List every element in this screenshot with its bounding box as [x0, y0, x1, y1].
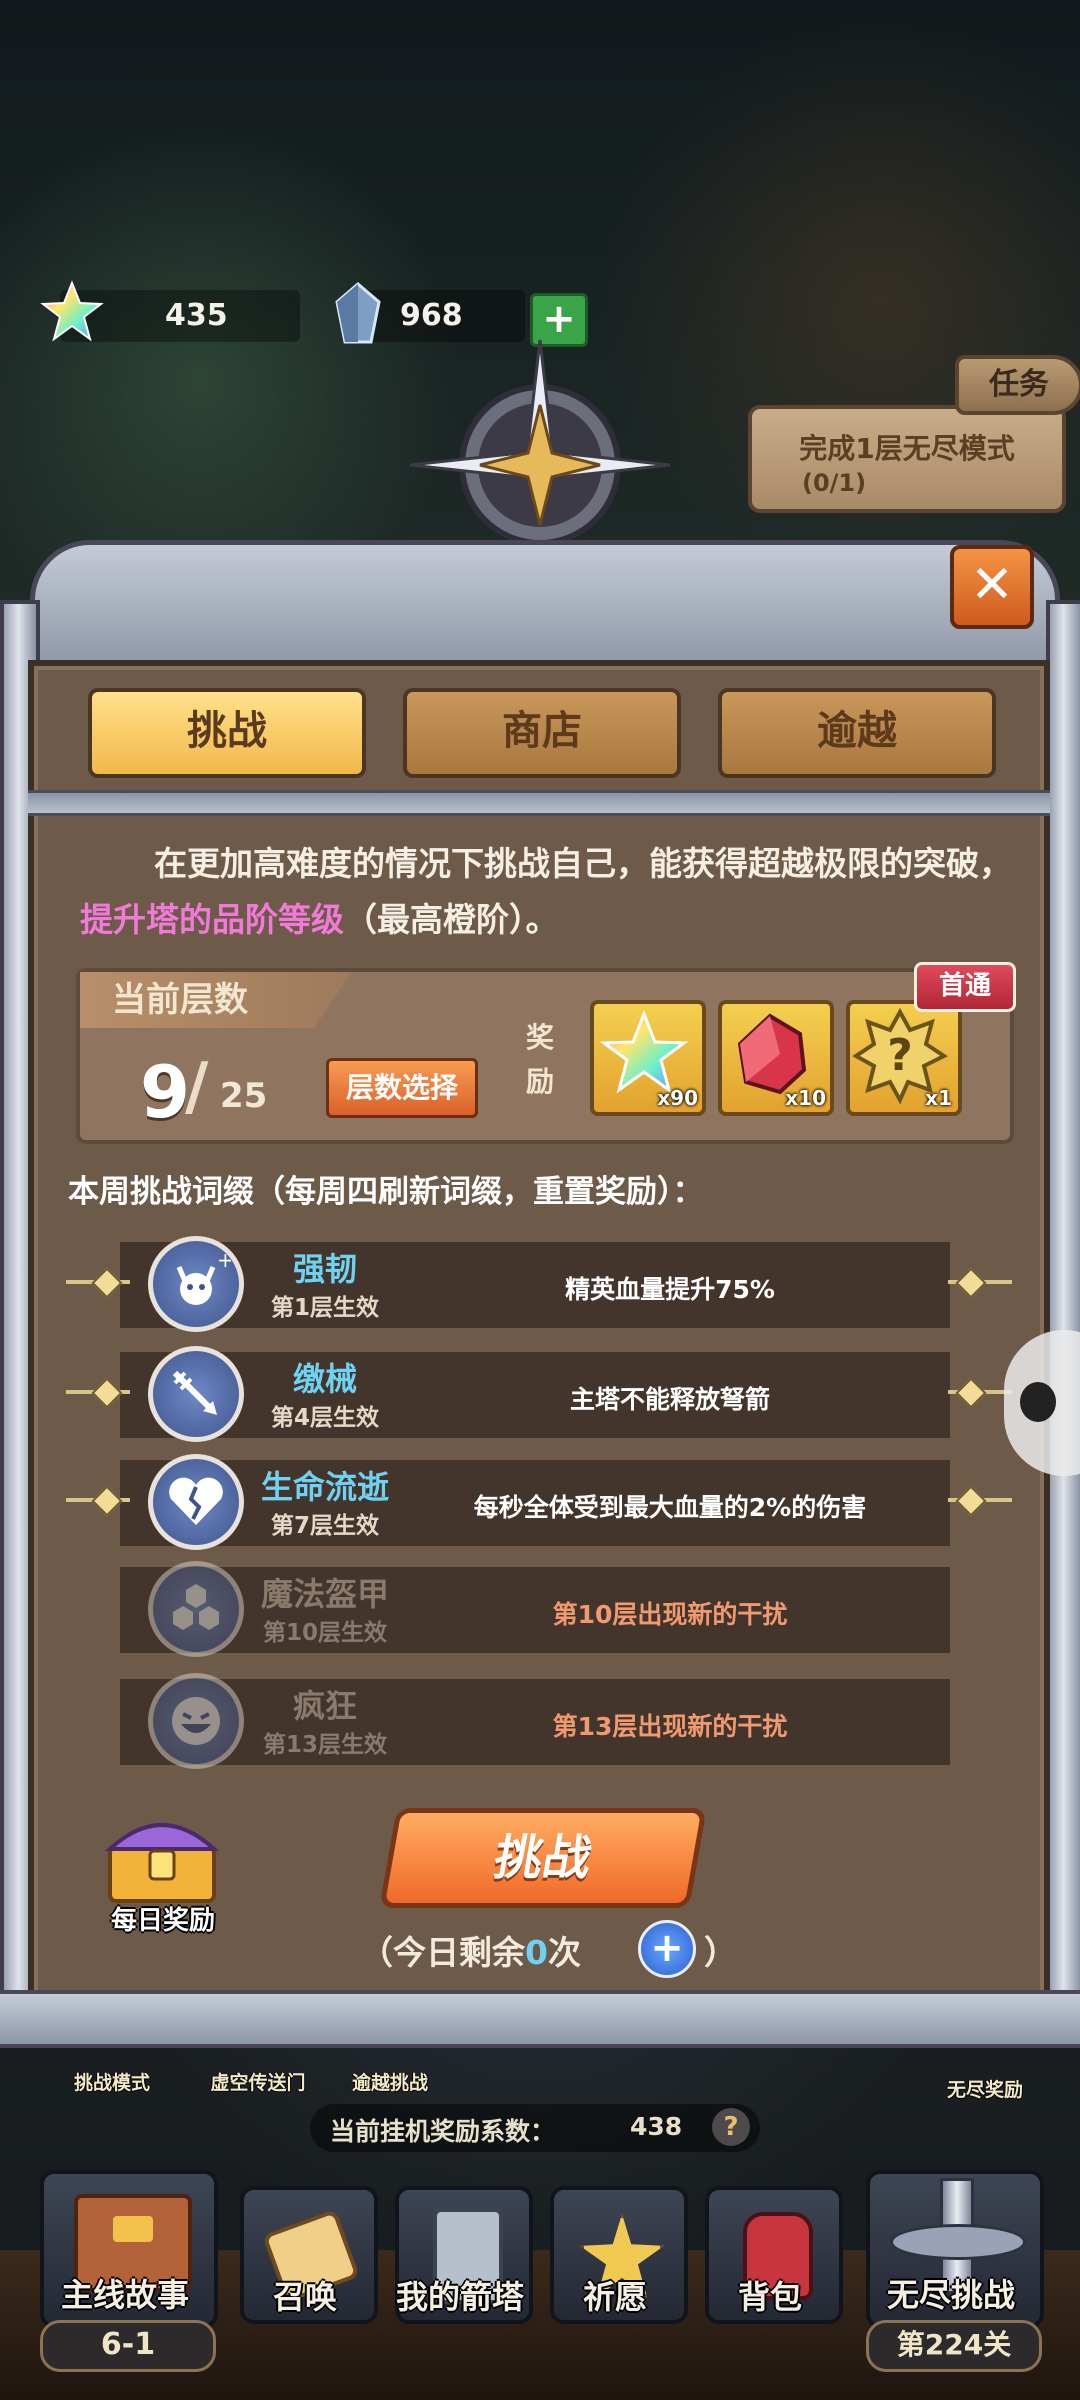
floor-select-button[interactable]: 层数选择 [326, 1058, 478, 1118]
mode-challenge-label[interactable]: 挑战模式 [52, 2068, 172, 2095]
tab-challenge[interactable]: 挑战 [88, 688, 366, 778]
left-diamond-icon [91, 1377, 123, 1409]
affix-description: 主塔不能释放弩箭 [569, 1385, 770, 1414]
daily-reward-label: 每日奖励 [110, 1906, 215, 1936]
affix-description: 第10层出现新的干扰 [552, 1600, 788, 1629]
remaining-close: ） [704, 1933, 737, 1972]
demon-plus-icon[interactable]: + [148, 1236, 244, 1332]
first-clear-badge: 首通 [914, 962, 1016, 1012]
affix-header: 本周挑战词缀（每周四刷新词缀，重置奖励）： [68, 1174, 704, 1210]
broken-heart-icon[interactable] [148, 1454, 244, 1550]
affix-row: 生命流逝第7层生效 每秒全体受到最大血量的2%的伤害 [0, 1454, 1080, 1558]
task-progress: (0/1) [802, 469, 867, 497]
nav-label: 主线故事 [60, 2276, 189, 2314]
reward-slot-1[interactable]: x90 [590, 1000, 706, 1116]
story-stage: 6-1 [40, 2320, 216, 2372]
current-floor-value: 9 [140, 1050, 191, 1134]
left-diamond-icon [91, 1485, 123, 1517]
affix-name: 生命流逝 [260, 1468, 389, 1506]
floor-separator: / [185, 1050, 209, 1124]
affix-floor: 第7层生效 [270, 1513, 379, 1539]
grin-face-icon[interactable] [148, 1673, 244, 1769]
close-button[interactable]: ✕ [950, 545, 1034, 629]
reward-qty-1: x90 [657, 1086, 698, 1110]
description-highlight: 提升塔的品阶等级 [80, 900, 344, 939]
task-box[interactable]: 完成1层无尽模式 (0/1) [748, 405, 1066, 513]
remaining-count: 0 [525, 1933, 548, 1972]
nav-label: 召唤 [272, 2278, 337, 2316]
affix-description: 第13层出现新的干扰 [552, 1712, 788, 1741]
affix-name: 缴械 [292, 1360, 357, 1398]
panel-bottom-frame [0, 1990, 1080, 2048]
affix-row: 缴械第4层生效 主塔不能释放弩箭 [0, 1346, 1080, 1450]
affix-name: 疯狂 [292, 1687, 357, 1725]
panel-top-frame [30, 540, 1060, 665]
treasure-chest-icon [104, 1823, 220, 1903]
daily-reward-chest[interactable] [100, 1805, 224, 1905]
nav-label: 无尽挑战 [886, 2276, 1015, 2314]
right-diamond-icon [955, 1267, 987, 1299]
hexagon-shield-icon[interactable] [148, 1561, 244, 1657]
affix-floor: 第10层生效 [262, 1620, 387, 1646]
help-icon[interactable]: ? [712, 2108, 750, 2146]
add-attempts-button[interactable]: + [638, 1920, 696, 1978]
idle-reward-value: 438 [630, 2112, 683, 2141]
affix-row: 魔法盔甲第10层生效 第10层出现新的干扰 [0, 1561, 1080, 1665]
mode-void-portal-label[interactable]: 虚空传送门 [188, 2068, 328, 2095]
affix-floor: 第4层生效 [270, 1405, 379, 1431]
right-diamond-icon [955, 1377, 987, 1409]
reward-label: 奖励 [526, 1021, 555, 1098]
reward-slot-2[interactable]: x10 [718, 1000, 834, 1116]
rainbow-star-icon [40, 280, 104, 344]
svg-text:?: ? [887, 1030, 913, 1081]
reward-qty-2: x10 [785, 1086, 826, 1110]
affix-name: 强韧 [292, 1250, 357, 1288]
svg-text:+: + [217, 1249, 231, 1272]
broken-arrow-icon[interactable] [148, 1346, 244, 1442]
crystal-icon [333, 282, 383, 346]
task-tab[interactable]: 任务 [955, 355, 1080, 415]
affix-row: 疯狂第13层生效 第13层出现新的干扰 [0, 1673, 1080, 1777]
affix-floor: 第13层生效 [262, 1732, 387, 1758]
nav-label: 我的箭塔 [395, 2278, 524, 2316]
description-text: 在更加高难度的情况下挑战自己，能获得超越极限的突破，提升塔的品阶等级（最高橙阶）… [80, 844, 1012, 939]
affix-floor: 第1层生效 [270, 1295, 379, 1321]
reward-slot-3[interactable]: ? x1 [846, 1000, 962, 1116]
task-text: 完成1层无尽模式 [799, 432, 1015, 465]
star-count: 435 [165, 298, 228, 333]
idle-reward-label: 当前挂机奖励系数： [330, 2117, 556, 2146]
tab-divider [28, 790, 1050, 816]
challenge-button[interactable]: 挑战 [379, 1808, 707, 1908]
affix-description: 每秒全体受到最大血量的2%的伤害 [473, 1493, 867, 1522]
reward-qty-3: x1 [925, 1086, 952, 1110]
nav-label: 背包 [737, 2278, 802, 2316]
nav-label: 祈愿 [582, 2278, 647, 2316]
right-diamond-icon [955, 1485, 987, 1517]
endless-reward-label[interactable]: 无尽奖励 [925, 2075, 1045, 2102]
penguin-icon [1020, 1382, 1056, 1422]
remaining-text: （今日剩余0次 [360, 1933, 581, 1972]
left-diamond-icon [91, 1267, 123, 1299]
total-floors: 25 [220, 1076, 268, 1116]
endless-stage: 第224关 [866, 2320, 1042, 2372]
current-floor-header: 当前层数 [80, 972, 352, 1028]
affix-description: 精英血量提升75% [565, 1275, 775, 1304]
affix-name: 魔法盔甲 [260, 1575, 389, 1613]
affix-row: + 强韧第1层生效 精英血量提升75% [0, 1236, 1080, 1340]
mode-transcend-label[interactable]: 逾越挑战 [330, 2068, 450, 2095]
tab-shop[interactable]: 商店 [403, 688, 681, 778]
tab-transcend[interactable]: 逾越 [718, 688, 996, 778]
